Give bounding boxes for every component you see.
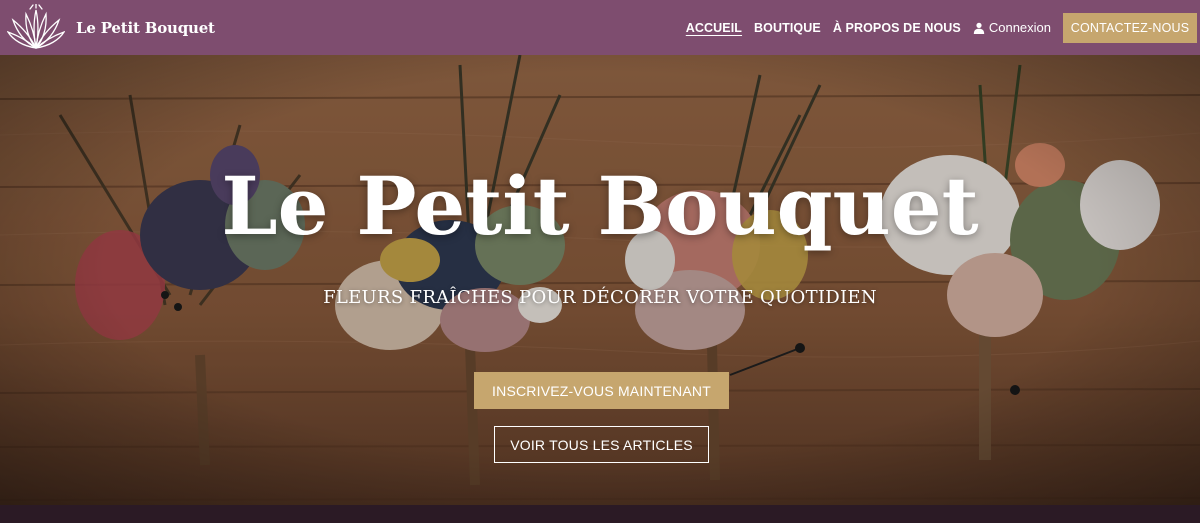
page-bottom-edge [0, 505, 1200, 523]
brand[interactable]: Le Petit Bouquet [7, 3, 215, 52]
view-all-articles-button[interactable]: VOIR TOUS LES ARTICLES [494, 426, 709, 463]
contact-button[interactable]: CONTACTEZ-NOUS [1063, 12, 1197, 43]
main-menu: ACCUEIL BOUTIQUE À PROPOS DE NOUS Connex… [686, 0, 1200, 55]
brand-name: Le Petit Bouquet [76, 18, 215, 37]
user-icon [973, 22, 985, 34]
hero-title: Le Petit Bouquet [221, 159, 979, 253]
login-label: Connexion [988, 20, 1051, 35]
hero-section: Le Petit Bouquet FLEURS FRAÎCHES POUR DÉ… [0, 55, 1200, 523]
signup-button[interactable]: INSCRIVEZ-VOUS MAINTENANT [474, 372, 729, 409]
nav-link-accueil[interactable]: ACCUEIL [686, 21, 742, 35]
nav-link-a-propos[interactable]: À PROPOS DE NOUS [833, 21, 961, 35]
hero-subtitle: FLEURS FRAÎCHES POUR DÉCORER VOTRE QUOTI… [323, 287, 877, 308]
lotus-flower-logo-icon [7, 3, 65, 49]
nav-link-boutique[interactable]: BOUTIQUE [754, 21, 821, 35]
top-navigation-bar: Le Petit Bouquet ACCUEIL BOUTIQUE À PROP… [0, 0, 1200, 55]
login-link[interactable]: Connexion [973, 20, 1051, 35]
